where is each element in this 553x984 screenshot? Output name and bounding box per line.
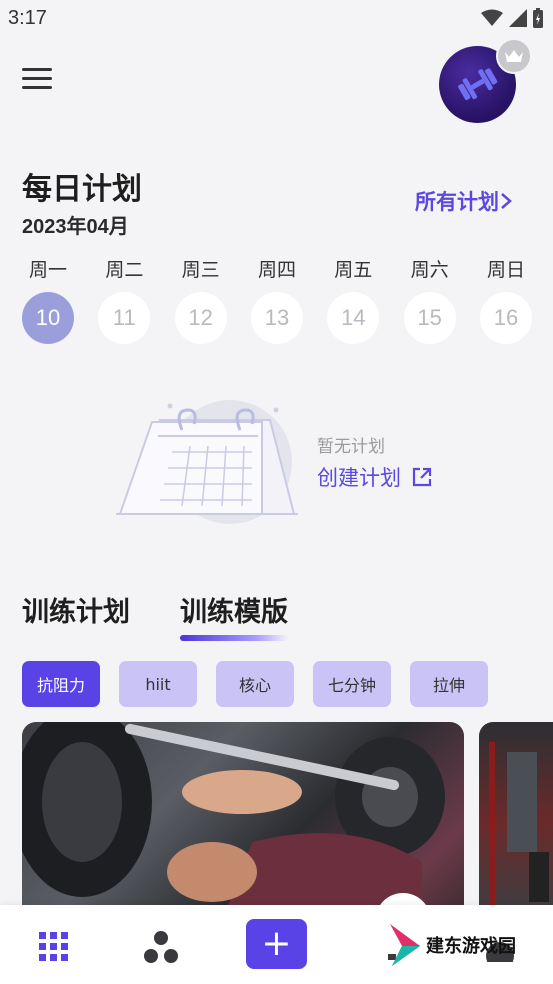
weekday-label: 周五	[334, 259, 373, 281]
crown-icon	[496, 38, 532, 74]
day-sun[interactable]: 周日 16	[479, 258, 532, 344]
wifi-icon	[481, 9, 503, 26]
status-icons	[481, 8, 543, 28]
weekday-label: 周三	[181, 259, 220, 281]
chip-resistance[interactable]: 抗阻力	[22, 661, 100, 707]
date-number: 11	[98, 292, 151, 344]
weekday-label: 周二	[105, 259, 144, 281]
all-plans-link[interactable]: 所有计划	[415, 186, 513, 216]
empty-calendar-illustration	[112, 392, 302, 532]
tab-training-template[interactable]: 训练模版	[180, 590, 288, 641]
create-plan-link[interactable]: 创建计划	[317, 462, 433, 492]
date-number: 16	[479, 292, 532, 344]
date-number: 10	[22, 292, 74, 344]
signal-icon	[509, 9, 527, 27]
weekday-label: 周六	[410, 259, 449, 281]
chip-seven-minutes[interactable]: 七分钟	[313, 661, 391, 707]
date-number: 13	[250, 292, 303, 344]
day-mon[interactable]: 周一 10	[22, 258, 74, 344]
watermark: 建东游戏园	[388, 922, 516, 968]
day-wed[interactable]: 周三 12	[174, 258, 227, 344]
chip-core[interactable]: 核心	[216, 661, 294, 707]
chevron-right-icon	[501, 193, 512, 209]
workout-photo	[489, 742, 549, 922]
date-number: 15	[403, 292, 456, 344]
weekday-label: 周一	[28, 259, 67, 281]
status-bar: 3:17	[0, 0, 553, 38]
menu-icon[interactable]	[22, 68, 52, 92]
template-card[interactable]	[22, 722, 464, 922]
template-card-next[interactable]	[479, 722, 553, 922]
day-fri[interactable]: 周五 14	[327, 258, 380, 344]
dots-icon[interactable]	[141, 927, 181, 967]
plus-icon[interactable]: +	[246, 919, 307, 969]
tab-training-plan[interactable]: 训练计划	[22, 590, 130, 629]
category-chips: 抗阻力 hiit 核心 七分钟 拉伸	[22, 661, 488, 707]
section-tabs: 训练计划 训练模版	[22, 590, 288, 641]
weekday-label: 周四	[257, 259, 296, 281]
empty-state-text: 暂无计划	[317, 437, 385, 457]
weekday-label: 周日	[486, 259, 525, 281]
external-link-icon	[412, 467, 432, 487]
week-selector: 周一 10 周二 11 周三 12 周四 13 周五 14 周六 15 周日 1…	[22, 258, 532, 344]
current-month: 2023年04月	[22, 216, 129, 238]
date-number: 14	[327, 292, 380, 344]
workout-photo	[22, 722, 445, 922]
day-sat[interactable]: 周六 15	[403, 258, 456, 344]
all-plans-label: 所有计划	[415, 190, 499, 214]
day-tue[interactable]: 周二 11	[98, 258, 151, 344]
chip-hiit[interactable]: hiit	[119, 661, 197, 707]
date-number: 12	[174, 292, 227, 344]
chip-stretch[interactable]: 拉伸	[410, 661, 488, 707]
create-plan-label: 创建计划	[317, 466, 401, 490]
battery-icon	[533, 8, 543, 28]
watermark-text: 建东游戏园	[426, 936, 516, 957]
watermark-logo-icon	[390, 924, 420, 966]
day-thu[interactable]: 周四 13	[250, 258, 303, 344]
page-title: 每日计划	[22, 172, 142, 207]
status-time: 3:17	[8, 7, 47, 29]
grid-icon[interactable]	[34, 927, 74, 967]
